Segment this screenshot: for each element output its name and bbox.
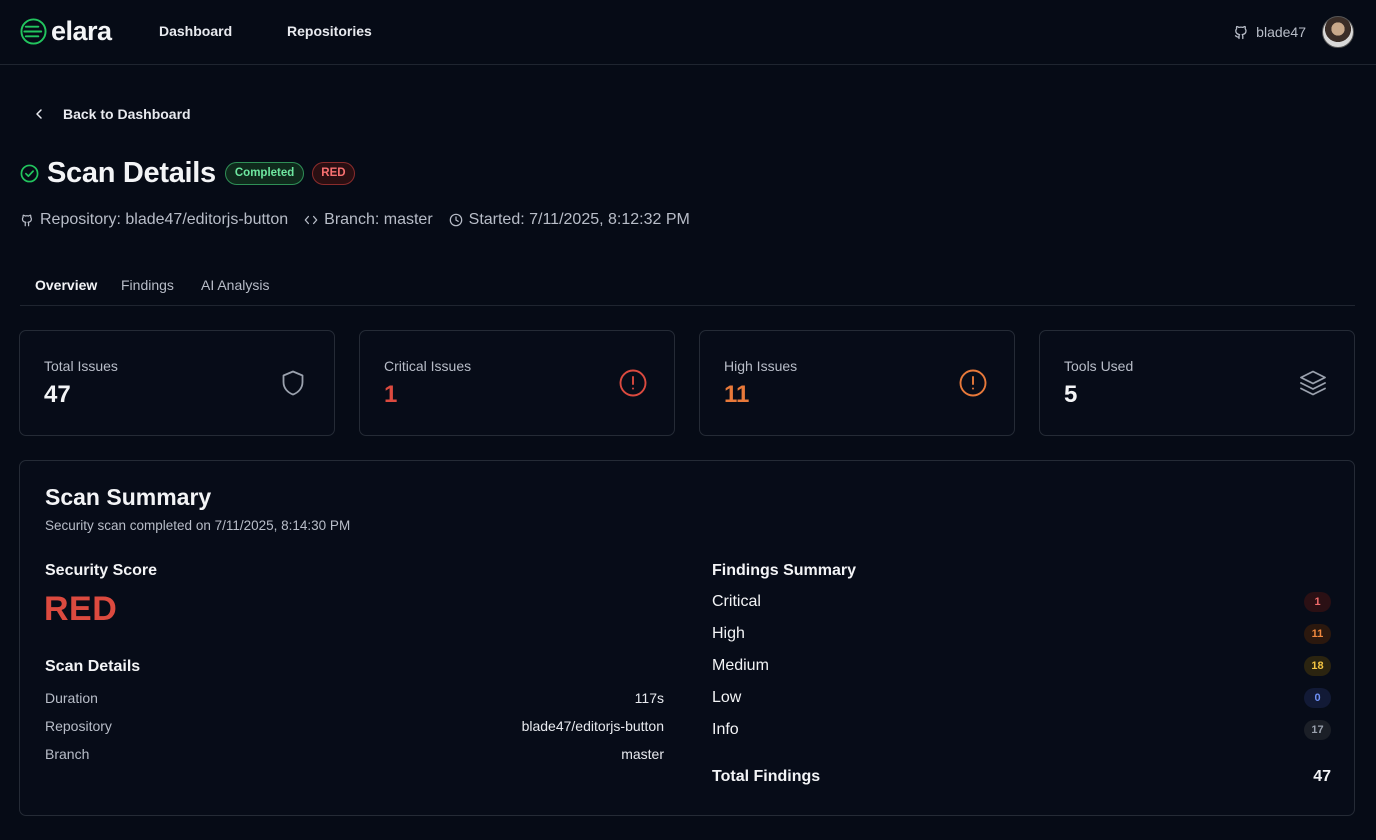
- back-to-dashboard-link[interactable]: Back to Dashboard: [35, 106, 191, 122]
- nav-link-repositories[interactable]: Repositories: [287, 23, 372, 39]
- meta-branch-text: Branch: master: [324, 211, 433, 228]
- nav-link-dashboard[interactable]: Dashboard: [159, 23, 232, 39]
- summary-title: Scan Summary: [45, 484, 212, 510]
- stat-value: 5: [1064, 381, 1078, 408]
- stat-value: 47: [44, 381, 71, 408]
- top-nav: elara Dashboard Repositories blade47: [0, 0, 1376, 65]
- detail-key: Repository: [45, 718, 112, 734]
- score-badge: RED: [312, 162, 355, 185]
- stat-label: High Issues: [724, 358, 798, 374]
- finding-key: High: [712, 625, 745, 642]
- elara-logo-icon: [20, 18, 47, 45]
- detail-row-duration: Duration 117s: [45, 690, 664, 706]
- finding-row-critical: Critical 1: [712, 592, 1331, 612]
- tab-overview[interactable]: Overview: [35, 277, 97, 293]
- meta-started: Started: 7/11/2025, 8:12:32 PM: [449, 211, 690, 229]
- stat-card-total-issues: Total Issues 47: [19, 330, 335, 436]
- page-header: Scan Details Completed RED: [20, 157, 355, 190]
- tab-ai-analysis[interactable]: AI Analysis: [201, 277, 269, 293]
- detail-value: 117s: [634, 690, 664, 706]
- security-score-value: RED: [44, 590, 118, 628]
- count-badge: 1: [1304, 592, 1331, 612]
- total-findings-label: Total Findings: [712, 768, 821, 785]
- finding-row-high: High 11: [712, 624, 1331, 644]
- count-badge: 0: [1304, 688, 1331, 708]
- detail-value: master: [621, 746, 664, 762]
- detail-key: Duration: [45, 690, 98, 706]
- shield-icon: [282, 370, 304, 396]
- layers-icon: [1300, 370, 1326, 396]
- tab-bar: Overview Findings AI Analysis: [20, 270, 1355, 306]
- github-icon: [1235, 25, 1247, 40]
- meta-repository-text: Repository: blade47/editorjs-button: [40, 211, 289, 228]
- chevron-left-icon: [36, 109, 42, 119]
- github-icon: [21, 214, 32, 227]
- scan-summary-card: Scan Summary Security scan completed on …: [19, 460, 1355, 816]
- alert-circle-icon: [959, 369, 987, 397]
- stat-label: Total Issues: [44, 358, 118, 374]
- stat-card-tools-used: Tools Used 5: [1039, 330, 1355, 436]
- stat-value: 11: [724, 381, 750, 408]
- count-badge: 11: [1304, 624, 1331, 644]
- finding-key: Critical: [712, 593, 761, 610]
- clock-icon: [449, 213, 462, 227]
- finding-row-medium: Medium 18: [712, 656, 1331, 676]
- findings-summary-label: Findings Summary: [712, 562, 857, 579]
- finding-row-info: Info 17: [712, 720, 1331, 740]
- alert-circle-icon: [619, 369, 647, 397]
- back-label: Back to Dashboard: [63, 106, 191, 122]
- status-badge: Completed: [224, 162, 305, 185]
- code-icon: [304, 215, 318, 225]
- stat-card-high-issues: High Issues 11: [699, 330, 1015, 436]
- detail-key: Branch: [45, 746, 90, 762]
- meta-branch: Branch: master: [304, 211, 433, 229]
- count-badge: 18: [1304, 656, 1331, 676]
- finding-key: Info: [712, 721, 739, 738]
- username: blade47: [1256, 24, 1306, 40]
- stat-value: 1: [384, 381, 398, 408]
- stat-label: Critical Issues: [384, 358, 472, 374]
- finding-key: Low: [712, 689, 742, 706]
- scan-details-label: Scan Details: [45, 658, 141, 675]
- brand-logo[interactable]: elara: [20, 18, 112, 45]
- tab-findings[interactable]: Findings: [121, 277, 174, 293]
- meta-repository: Repository: blade47/editorjs-button: [20, 211, 288, 229]
- meta-started-text: Started: 7/11/2025, 8:12:32 PM: [468, 211, 690, 228]
- detail-row-repository: Repository blade47/editorjs-button: [45, 718, 664, 734]
- user-menu[interactable]: blade47: [1233, 16, 1354, 48]
- stat-card-critical-issues: Critical Issues 1: [359, 330, 675, 436]
- page-title: Scan Details: [47, 157, 216, 189]
- check-circle-icon: [20, 164, 39, 183]
- finding-key: Medium: [712, 657, 769, 674]
- summary-subtitle: Security scan completed on 7/11/2025, 8:…: [45, 518, 351, 533]
- brand-name: elara: [51, 16, 112, 46]
- count-badge: 17: [1304, 720, 1331, 740]
- finding-row-low: Low 0: [712, 688, 1331, 708]
- security-score-label: Security Score: [45, 562, 158, 579]
- detail-row-branch: Branch master: [45, 746, 664, 762]
- total-findings-row: Total Findings 47: [712, 768, 1331, 786]
- scan-meta: Repository: blade47/editorjs-button Bran…: [20, 211, 706, 229]
- detail-value: blade47/editorjs-button: [521, 718, 664, 734]
- total-findings-value: 47: [1313, 768, 1331, 785]
- avatar[interactable]: [1322, 16, 1354, 48]
- stat-label: Tools Used: [1064, 358, 1134, 374]
